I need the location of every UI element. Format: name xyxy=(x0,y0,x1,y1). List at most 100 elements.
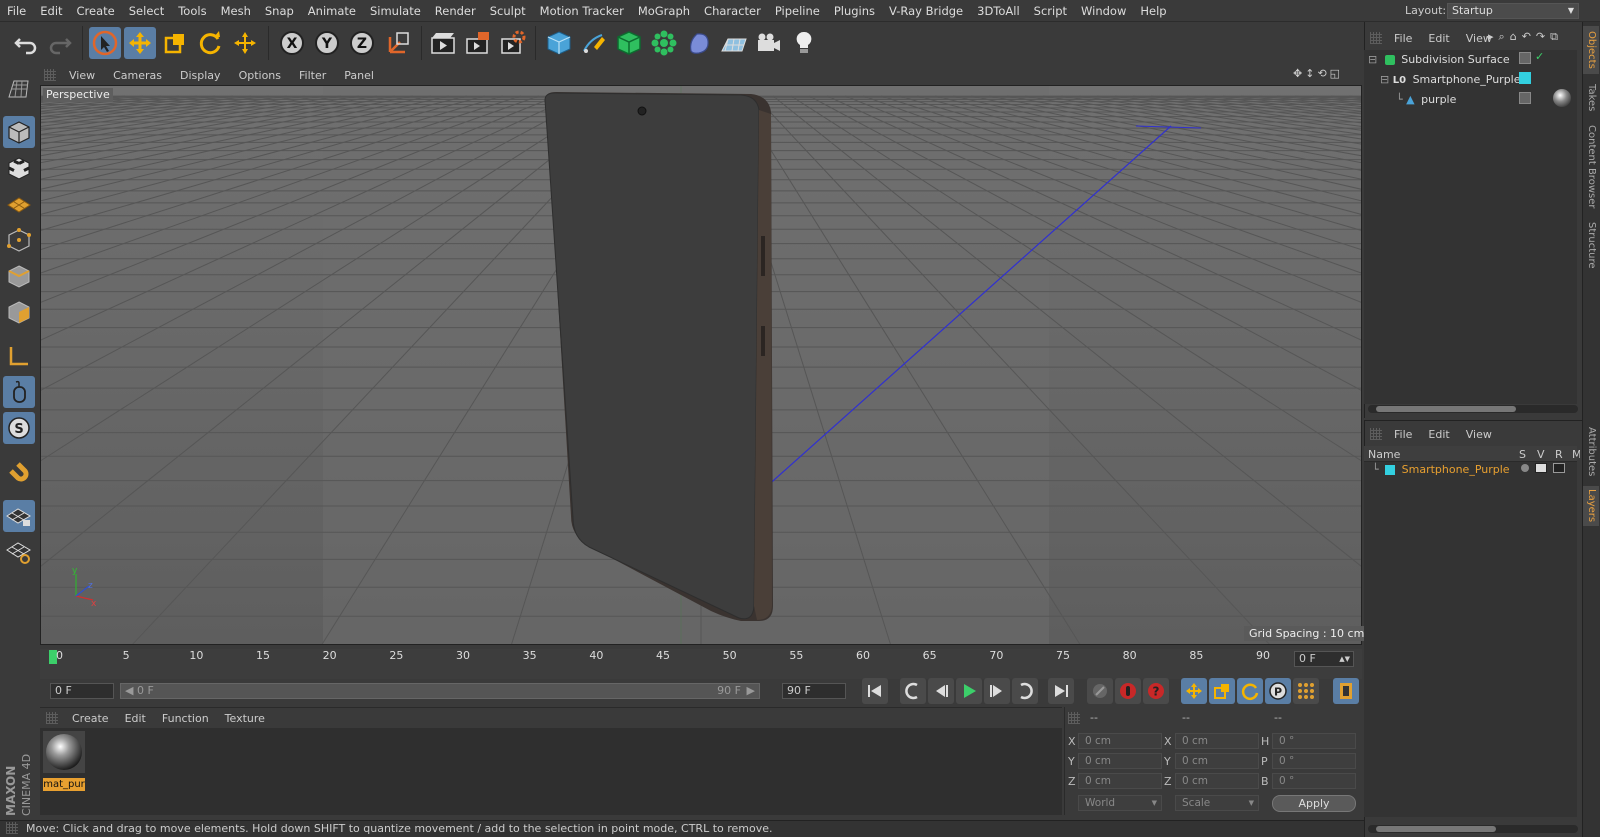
menu-plugins[interactable]: Plugins xyxy=(827,0,882,22)
next-key-button[interactable] xyxy=(1012,678,1038,704)
coordinate-system-button[interactable] xyxy=(383,27,415,59)
menu-window[interactable]: Window xyxy=(1074,0,1133,22)
record-pla-button[interactable] xyxy=(1293,678,1319,704)
prev-frame-button[interactable] xyxy=(928,678,954,704)
rot-p-field[interactable]: 0 ° xyxy=(1272,753,1356,769)
layout-dropdown[interactable]: Startup ▼ xyxy=(1447,3,1579,19)
size-y-field[interactable]: 0 cm xyxy=(1175,753,1259,769)
deformer-button[interactable] xyxy=(683,27,715,59)
move-button[interactable] xyxy=(124,27,156,59)
live-selection-button[interactable] xyxy=(89,27,121,59)
go-to-end-button[interactable] xyxy=(1048,678,1074,704)
tree-row-2[interactable]: └ ▲ purple xyxy=(1396,90,1456,110)
z-axis-button[interactable]: Z xyxy=(346,27,378,59)
pos-z-field[interactable]: 0 cm xyxy=(1078,773,1162,789)
edges-mode-button[interactable] xyxy=(3,260,35,292)
magnet-button[interactable] xyxy=(3,456,35,488)
scrollbar-thumb[interactable] xyxy=(1376,406,1516,412)
layer-color-swatch[interactable] xyxy=(1519,72,1531,84)
viewport-menu-display[interactable]: Display xyxy=(171,69,230,82)
col-render[interactable]: R xyxy=(1555,448,1563,461)
pan-icon[interactable]: ✥ xyxy=(1293,67,1302,80)
objects-menu-edit[interactable]: Edit xyxy=(1420,32,1457,45)
edit-render-settings-button[interactable] xyxy=(497,27,529,59)
current-frame-field[interactable]: 0 F ▲▼ xyxy=(1294,651,1354,667)
dolly-icon[interactable]: ↕ xyxy=(1305,67,1314,80)
scrollbar-thumb[interactable] xyxy=(1376,826,1496,832)
render-view-button[interactable] xyxy=(427,27,459,59)
menu-motion-tracker[interactable]: Motion Tracker xyxy=(533,0,631,22)
editor-toggle-0[interactable] xyxy=(1519,52,1531,64)
solo-toggle-icon[interactable] xyxy=(1521,464,1529,472)
x-axis-button[interactable]: X xyxy=(276,27,308,59)
render-picture-viewer-button[interactable] xyxy=(462,27,494,59)
menu-file[interactable]: File xyxy=(0,0,33,22)
layer-row[interactable]: └ Smartphone_Purple xyxy=(1372,460,1510,480)
cube-button[interactable] xyxy=(543,27,575,59)
layers-scrollbar[interactable] xyxy=(1368,825,1578,833)
points-mode-button[interactable] xyxy=(3,224,35,256)
menu-render[interactable]: Render xyxy=(428,0,483,22)
menu-simulate[interactable]: Simulate xyxy=(363,0,428,22)
tab-objects[interactable]: Objects xyxy=(1583,26,1599,74)
material-swatch[interactable]: mat_pur xyxy=(43,731,85,791)
objects-scrollbar[interactable] xyxy=(1368,405,1578,413)
workplane-button[interactable] xyxy=(3,188,35,220)
menu-character[interactable]: Character xyxy=(697,0,768,22)
pos-y-field[interactable]: 0 cm xyxy=(1078,753,1162,769)
menu-animate[interactable]: Animate xyxy=(301,0,363,22)
render-toggle-icon[interactable] xyxy=(1553,463,1565,473)
texture-mode-button[interactable] xyxy=(3,152,35,184)
transform-button[interactable] xyxy=(229,27,261,59)
viewport-perspective[interactable]: y x z xyxy=(40,85,1362,645)
snap-button[interactable]: S xyxy=(3,412,35,444)
back-icon[interactable]: ↶ xyxy=(1522,30,1531,44)
timeline-window-button[interactable] xyxy=(1333,678,1359,704)
viewport-menu-view[interactable]: View xyxy=(60,69,104,82)
forward-icon[interactable]: ↷ xyxy=(1536,30,1545,44)
viewport-menu-options[interactable]: Options xyxy=(230,69,290,82)
coordinate-mode-dropdown[interactable]: World ▼ xyxy=(1078,795,1162,811)
tab-content-browser[interactable]: Content Browser xyxy=(1583,122,1599,212)
material-menu-texture[interactable]: Texture xyxy=(217,712,273,725)
pos-x-field[interactable]: 0 cm xyxy=(1078,733,1162,749)
next-frame-button[interactable] xyxy=(984,678,1010,704)
play-button[interactable] xyxy=(956,678,982,704)
menu-vray-bridge[interactable]: V-Ray Bridge xyxy=(882,0,970,22)
cloner-button[interactable] xyxy=(648,27,680,59)
material-menu-function[interactable]: Function xyxy=(154,712,217,725)
size-z-field[interactable]: 0 cm xyxy=(1175,773,1259,789)
objects-menu-file[interactable]: File xyxy=(1386,32,1420,45)
menu-sculpt[interactable]: Sculpt xyxy=(483,0,533,22)
editor-toggle-2[interactable] xyxy=(1519,92,1531,104)
record-rotation-button[interactable] xyxy=(1237,678,1263,704)
menu-edit[interactable]: Edit xyxy=(33,0,69,22)
tab-takes[interactable]: Takes xyxy=(1583,80,1599,116)
layers-menu-view[interactable]: View xyxy=(1458,428,1500,441)
autokey-button[interactable]: ? xyxy=(1143,678,1169,704)
apply-button[interactable]: Apply xyxy=(1272,795,1356,812)
menu-mesh[interactable]: Mesh xyxy=(214,0,258,22)
menu-script[interactable]: Script xyxy=(1027,0,1074,22)
layers-menu-edit[interactable]: Edit xyxy=(1420,428,1457,441)
floor-button[interactable] xyxy=(718,27,750,59)
layers-menu-file[interactable]: File xyxy=(1386,428,1420,441)
menu-select[interactable]: Select xyxy=(122,0,171,22)
view-toggle-icon[interactable] xyxy=(1535,463,1547,473)
frame-range-slider[interactable]: ◀ 0 F 90 F ▶ xyxy=(120,683,760,699)
material-tag-icon[interactable] xyxy=(1553,89,1571,107)
undo-button[interactable] xyxy=(10,27,42,59)
size-mode-dropdown[interactable]: Scale ▼ xyxy=(1175,795,1259,811)
tree-row-1[interactable]: ⊟ L0 Smartphone_Purple xyxy=(1380,70,1521,90)
new-window-icon[interactable]: ⧉ xyxy=(1550,30,1558,44)
search-icon[interactable]: ⌕ xyxy=(1499,30,1505,44)
light-button[interactable] xyxy=(788,27,820,59)
scale-button[interactable] xyxy=(159,27,191,59)
timeline-ruler[interactable] xyxy=(40,649,1362,679)
home-icon[interactable]: ⌂ xyxy=(1510,30,1517,44)
pen-button[interactable] xyxy=(578,27,610,59)
record-button[interactable] xyxy=(1115,678,1141,704)
col-view[interactable]: V xyxy=(1537,448,1545,461)
menu-help[interactable]: Help xyxy=(1133,0,1173,22)
rot-b-field[interactable]: 0 ° xyxy=(1272,773,1356,789)
